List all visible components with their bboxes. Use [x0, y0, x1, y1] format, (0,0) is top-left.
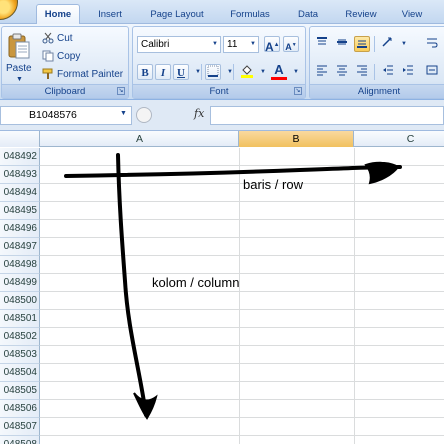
- separator: [233, 64, 234, 80]
- insert-function-button[interactable]: fx: [194, 107, 204, 120]
- grow-font-button[interactable]: A▲: [264, 36, 280, 54]
- fill-color-dropdown-icon[interactable]: ▼: [255, 64, 271, 80]
- font-color-icon: A: [274, 62, 284, 77]
- wrap-text-button[interactable]: [424, 36, 440, 52]
- align-right-button[interactable]: [354, 64, 370, 80]
- decrease-indent-icon: [383, 65, 393, 75]
- font-size-value: 11: [227, 39, 238, 50]
- paint-bucket-icon: [241, 65, 253, 78]
- ribbon: Paste ▼ Cut Copy Format Painter Clipboar…: [0, 24, 444, 100]
- borders-icon: [207, 65, 219, 77]
- font-size-dropdown-icon[interactable]: ▼: [248, 37, 258, 52]
- align-bottom-icon: [357, 40, 367, 48]
- column-arrow-line: [116, 153, 148, 417]
- font-name-value: Calibri: [141, 39, 170, 50]
- text-orientation-icon: [382, 37, 392, 47]
- font-name-dropdown-icon[interactable]: ▼: [210, 37, 220, 52]
- tab-data[interactable]: Data: [290, 6, 326, 24]
- office-button[interactable]: [0, 0, 18, 20]
- ribbon-tab-bar: Home Insert Page Layout Formulas Data Re…: [0, 0, 444, 25]
- shrink-font-button[interactable]: A▼: [283, 36, 299, 52]
- row-arrow-head: [364, 161, 400, 185]
- align-right-icon: [357, 65, 367, 76]
- align-center-button[interactable]: [334, 64, 350, 80]
- increase-indent-icon: [403, 65, 413, 75]
- align-center-icon: [337, 65, 347, 76]
- tab-view[interactable]: View: [394, 6, 430, 24]
- underline-button[interactable]: U: [173, 64, 189, 80]
- font-launcher-icon[interactable]: ↘: [294, 87, 302, 95]
- underline-dropdown-icon[interactable]: ▼: [190, 64, 206, 80]
- font-group: Calibri ▼ 11 ▼ A▲ A▼ B I U ▼ ▼ ▼ A ▼ Fon…: [132, 26, 306, 99]
- align-top-button[interactable]: [314, 36, 330, 52]
- separator: [374, 36, 375, 52]
- borders-dropdown-icon[interactable]: ▼: [222, 64, 238, 80]
- cancel-circle-icon: [136, 107, 152, 123]
- font-group-label: Font: [133, 84, 305, 98]
- copy-icon: [42, 50, 54, 62]
- italic-button[interactable]: I: [155, 64, 171, 80]
- wrap-text-icon: [427, 38, 438, 48]
- borders-button[interactable]: [205, 64, 221, 80]
- align-left-button[interactable]: [314, 64, 330, 80]
- clipboard-group: Paste ▼ Cut Copy Format Painter Clipboar…: [1, 26, 129, 99]
- tab-insert[interactable]: Insert: [88, 6, 132, 24]
- align-middle-icon: [337, 39, 347, 45]
- tab-formulas[interactable]: Formulas: [222, 6, 278, 24]
- clipboard-launcher-icon[interactable]: ↘: [117, 87, 125, 95]
- formula-input[interactable]: [210, 106, 444, 125]
- worksheet-grid[interactable]: A B C 048492 048493 048494 048495 048496 0484…: [0, 131, 444, 444]
- paste-label: Paste: [6, 63, 32, 74]
- formula-bar: B1048576 ▼ fx: [0, 100, 444, 131]
- clipboard-group-label: Clipboard: [2, 84, 128, 98]
- increase-indent-button[interactable]: [400, 64, 416, 80]
- separator: [201, 64, 202, 80]
- copy-label: Copy: [57, 51, 81, 62]
- merge-center-button[interactable]: [424, 64, 440, 80]
- alignment-group: ▼ Alignment: [309, 26, 444, 99]
- cut-label: Cut: [57, 33, 73, 44]
- font-color-button[interactable]: A: [271, 62, 287, 80]
- alignment-group-label: Alignment: [310, 84, 444, 98]
- underline-icon: U: [177, 67, 185, 79]
- row-annotation-label: baris / row: [243, 177, 303, 192]
- merge-center-icon: [426, 65, 438, 75]
- orientation-dropdown-icon[interactable]: ▼: [396, 36, 412, 52]
- format-painter-label: Format Painter: [57, 69, 124, 80]
- column-annotation-label: kolom / column: [152, 275, 240, 290]
- grow-font-icon: A: [265, 40, 274, 54]
- paste-dropdown-icon[interactable]: ▼: [16, 76, 23, 83]
- tab-page-layout[interactable]: Page Layout: [142, 6, 212, 24]
- tab-home[interactable]: Home: [36, 4, 80, 25]
- paste-icon: [8, 33, 30, 59]
- format-painter-icon: [42, 68, 53, 80]
- align-top-icon: [317, 37, 327, 45]
- orientation-button[interactable]: [380, 36, 396, 52]
- italic-icon: I: [160, 67, 166, 79]
- font-color-dropdown-icon[interactable]: ▼: [288, 64, 304, 80]
- align-middle-button[interactable]: [334, 36, 350, 52]
- fill-color-button[interactable]: [239, 64, 255, 80]
- font-size-combo[interactable]: 11 ▼: [223, 36, 259, 53]
- bold-button[interactable]: B: [137, 64, 153, 80]
- font-name-combo[interactable]: Calibri ▼: [137, 36, 221, 53]
- scissors-icon: [42, 33, 54, 44]
- name-box-dropdown-icon[interactable]: ▼: [120, 110, 127, 117]
- format-painter-button[interactable]: Format Painter: [42, 67, 123, 83]
- cut-button[interactable]: Cut: [42, 31, 73, 47]
- separator: [374, 64, 375, 80]
- row-arrow-line: [64, 165, 402, 178]
- copy-button[interactable]: Copy: [42, 49, 80, 65]
- align-bottom-button[interactable]: [354, 36, 370, 52]
- formula-buttons: fx: [134, 106, 210, 125]
- decrease-indent-button[interactable]: [380, 64, 396, 80]
- align-left-icon: [317, 65, 327, 76]
- name-box[interactable]: B1048576: [0, 106, 132, 125]
- tab-review[interactable]: Review: [338, 6, 384, 24]
- bold-icon: B: [141, 67, 149, 79]
